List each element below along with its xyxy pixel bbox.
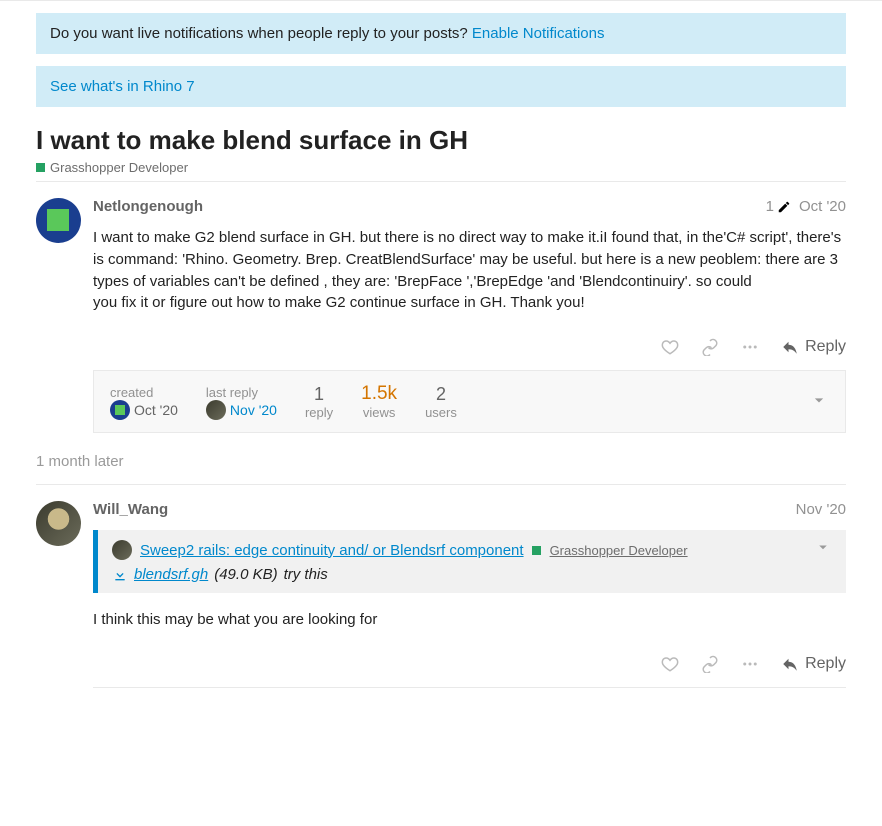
views-value: 1.5k: [361, 383, 397, 405]
post-content: I want to make G2 blend surface in GH. b…: [93, 227, 846, 314]
post-date[interactable]: Oct '20: [799, 198, 846, 215]
last-reply-link[interactable]: Nov '20: [230, 402, 277, 418]
post-actions: Reply: [93, 655, 846, 673]
rhino7-link[interactable]: See what's in Rhino 7: [50, 78, 195, 95]
quote-box: Sweep2 rails: edge continuity and/ or Bl…: [93, 530, 846, 593]
banner-text: Do you want live notifications when peop…: [50, 25, 472, 42]
post-actions: Reply: [93, 338, 846, 356]
reply-button[interactable]: Reply: [781, 338, 846, 356]
users-value: 2: [425, 384, 457, 405]
post-author[interactable]: Will_Wang: [93, 501, 168, 518]
expand-topic-map[interactable]: [809, 390, 829, 413]
ellipsis-icon[interactable]: [741, 338, 759, 356]
attachment-suffix: try this: [284, 566, 328, 583]
download-icon[interactable]: [112, 567, 128, 583]
post-content: I think this may be what you are looking…: [93, 609, 846, 631]
heart-icon[interactable]: [661, 655, 679, 673]
post-author[interactable]: Netlongenough: [93, 198, 203, 215]
quoted-topic-link[interactable]: Sweep2 rails: edge continuity and/ or Bl…: [140, 542, 524, 559]
quoted-category[interactable]: Grasshopper Developer: [532, 543, 688, 558]
avatar[interactable]: [36, 198, 81, 243]
heart-icon[interactable]: [661, 338, 679, 356]
ellipsis-icon[interactable]: [741, 655, 759, 673]
quote-avatar: [112, 540, 132, 560]
topic-map: created Oct '20 last reply Nov '20: [93, 370, 846, 433]
small-avatar: [206, 400, 226, 420]
created-date: Oct '20: [134, 402, 178, 418]
last-reply-label: last reply: [206, 385, 277, 400]
link-icon[interactable]: [701, 655, 719, 673]
users-label: users: [425, 405, 457, 420]
attachment-link[interactable]: blendsrf.gh: [134, 566, 208, 583]
replies-value: 1: [305, 384, 333, 405]
category-color-badge: [36, 163, 45, 172]
time-gap: 1 month later: [36, 439, 846, 485]
rhino7-banner[interactable]: See what's in Rhino 7: [36, 66, 846, 107]
reply-button[interactable]: Reply: [781, 655, 846, 673]
reply-icon: [781, 655, 799, 673]
reply-icon: [781, 338, 799, 356]
pencil-icon: [777, 200, 791, 214]
edit-count-badge[interactable]: 1: [766, 198, 791, 215]
views-label: views: [361, 405, 397, 420]
quote-expand[interactable]: [814, 538, 832, 559]
post-date[interactable]: Nov '20: [796, 501, 846, 518]
chevron-down-icon: [814, 538, 832, 556]
small-avatar: [110, 400, 130, 420]
topic-title: I want to make blend surface in GH: [36, 125, 846, 156]
attachment-size: (49.0 KB): [214, 566, 277, 583]
link-icon[interactable]: [701, 338, 719, 356]
notification-banner: Do you want live notifications when peop…: [36, 13, 846, 54]
avatar[interactable]: [36, 501, 81, 546]
created-label: created: [110, 385, 178, 400]
replies-label: reply: [305, 405, 333, 420]
topic-category[interactable]: Grasshopper Developer: [36, 160, 846, 175]
enable-notifications-link[interactable]: Enable Notifications: [472, 25, 605, 42]
chevron-down-icon: [809, 390, 829, 410]
post: Netlongenough 1 Oct '20 I want to make G…: [36, 181, 846, 439]
post: Will_Wang Nov '20 Sweep2 rails: edge con…: [36, 485, 846, 694]
category-label: Grasshopper Developer: [50, 160, 188, 175]
category-color-badge: [532, 546, 541, 555]
